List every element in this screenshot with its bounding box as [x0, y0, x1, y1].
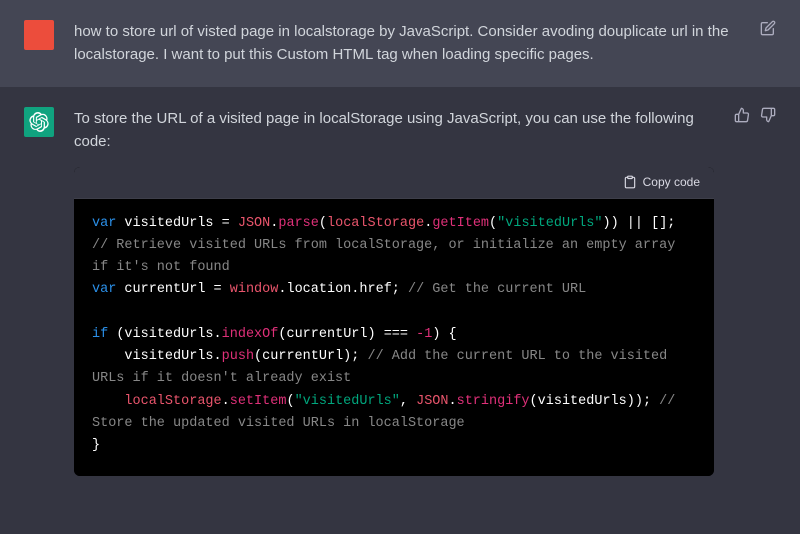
copy-code-label: Copy code: [643, 173, 700, 192]
code-block: Copy code var visitedUrls = JSON.parse(l…: [74, 167, 714, 476]
user-message-row: how to store url of visted page in local…: [0, 0, 800, 87]
assistant-message-row: To store the URL of a visited page in lo…: [0, 87, 800, 496]
clipboard-icon: [623, 175, 637, 189]
user-message-text: how to store url of visted page in local…: [74, 20, 740, 67]
user-avatar: [24, 20, 54, 50]
copy-code-button[interactable]: Copy code: [623, 173, 700, 192]
edit-icon[interactable]: [760, 20, 776, 36]
thumbs-down-icon[interactable]: [760, 107, 776, 123]
user-actions: [760, 20, 776, 67]
assistant-actions: [734, 107, 776, 476]
thumbs-up-icon[interactable]: [734, 107, 750, 123]
assistant-logo-icon: [29, 112, 49, 132]
assistant-message-body: To store the URL of a visited page in lo…: [74, 107, 714, 476]
code-header: Copy code: [74, 167, 714, 199]
assistant-avatar: [24, 107, 54, 137]
assistant-intro-text: To store the URL of a visited page in lo…: [74, 107, 714, 154]
code-content: var visitedUrls = JSON.parse(localStorag…: [74, 199, 714, 476]
